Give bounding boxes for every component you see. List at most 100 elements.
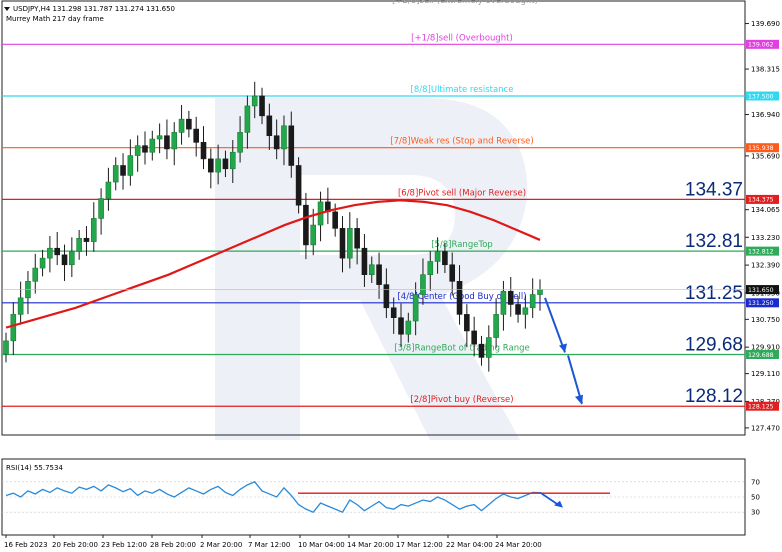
rsi-tick-label: 50 (751, 494, 760, 502)
candle-body (54, 247, 61, 256)
rsi-panel (1, 458, 746, 536)
price-tick-label: 139.690 (751, 20, 780, 28)
candle-body (347, 228, 353, 259)
candle-body (332, 211, 338, 229)
candle-body (442, 251, 448, 266)
key-level-big-label: 131.25 (685, 283, 743, 304)
candle-body (464, 314, 470, 332)
murrey-level-label: [5/8]RangeTop (431, 240, 493, 250)
time-tick-label: 14 Mar 20:00 (347, 541, 394, 549)
candle-body (259, 95, 265, 117)
candle-body (449, 264, 456, 282)
candle-body (427, 261, 434, 275)
price-tick-label: 132.390 (751, 262, 780, 270)
candle-body (164, 135, 170, 150)
rsi-label: RSI(14) 55.7534 (6, 464, 63, 472)
time-tick-label: 22 Mar 04:00 (446, 541, 493, 549)
candle-body (61, 254, 68, 266)
murrey-level-price-tag-text: 135.938 (748, 145, 774, 152)
chart-svg: 139.690 138.315 136.940 135.690 134.065 133.2… (1, 0, 780, 549)
candle-body (186, 118, 192, 130)
candle-body (244, 105, 251, 133)
key-level-big-label: 132.81 (685, 231, 743, 252)
candle-body (156, 135, 163, 140)
candle-body (339, 228, 346, 259)
price-tick-label: 138.315 (751, 66, 780, 74)
candle-body (500, 290, 507, 315)
time-tick-label: 20 Feb 20:00 (52, 541, 98, 549)
candle-body (295, 165, 302, 206)
candle-body (251, 95, 258, 107)
murrey-level-price-tag-text: 134.375 (748, 197, 774, 204)
murrey-level-price-tag-text: 128.125 (748, 404, 774, 411)
candle-body (76, 237, 82, 252)
candle-body (434, 251, 441, 262)
candle-body (361, 247, 368, 275)
candle-body (420, 274, 426, 295)
murrey-level-label: [8/8]Ultimate resistance (411, 85, 514, 95)
murrey-level-label: [7/8]Weak res (Stop and Reverse) (390, 137, 533, 147)
candle-body (368, 264, 375, 275)
candle-body (383, 284, 390, 309)
murrey-level-label: [3/8]RangeBot of trading Range (394, 343, 529, 353)
candle-body (237, 132, 243, 153)
candle-body (32, 267, 39, 282)
candle-body (3, 340, 9, 355)
price-tick-label: 129.110 (751, 370, 780, 378)
price-tick-label: 134.065 (751, 206, 780, 214)
candle-body (17, 297, 24, 315)
candle-body (47, 247, 53, 259)
candle-body (515, 304, 521, 315)
candle-body (303, 204, 309, 246)
candle-body (10, 314, 17, 342)
murrey-level-price-tag-text: 131.250 (748, 300, 774, 307)
candle (295, 157, 302, 214)
key-level-big-label: 128.12 (685, 386, 743, 407)
candle-body (354, 228, 360, 249)
price-tick-label: 136.940 (751, 111, 780, 119)
time-tick-label: 17 Mar 12:00 (396, 541, 443, 549)
candle-body (390, 307, 397, 319)
murrey-level-price-tag-text: 132.812 (748, 248, 774, 255)
current-price-tag-text: 131.650 (748, 287, 774, 294)
time-tick-label: 24 Mar 20:00 (495, 541, 542, 549)
candle-body (200, 142, 207, 160)
candle-body (456, 281, 463, 315)
candle-body (208, 158, 214, 173)
rsi-tick-label: 30 (751, 509, 760, 517)
murrey-level-price-tag-text: 137.500 (748, 93, 774, 100)
murrey-level-label: [6/8]Pivot sell (Major Reverse) (398, 188, 526, 198)
price-panel (1, 0, 746, 436)
candle-body (310, 224, 317, 246)
candle-body (405, 320, 412, 335)
candle-body (412, 294, 419, 322)
candle-body (69, 251, 75, 266)
candle-body (376, 264, 382, 285)
price-tick-label: 133.230 (751, 234, 780, 242)
symbol-quote-line: USDJPY,H4 131.298 131.787 131.274 131.65… (13, 5, 175, 13)
price-tick-label: 135.690 (751, 152, 780, 160)
candle-body (522, 307, 529, 315)
key-level-big-label: 129.68 (685, 334, 743, 355)
time-tick-label: 2 Mar 20:00 (200, 541, 242, 549)
murrey-level-price-tag-text: 129.688 (748, 352, 774, 359)
candle-body (215, 158, 221, 173)
time-tick-label: 7 Mar 12:00 (248, 541, 290, 549)
candle-body (83, 237, 90, 242)
candle-body (127, 155, 134, 176)
candle-body (398, 317, 404, 335)
time-tick-label: 28 Feb 20:00 (150, 541, 196, 549)
candle-body (134, 145, 141, 156)
time-tick-label: 10 Mar 04:00 (298, 541, 345, 549)
candle-body (266, 115, 273, 137)
candle-body (478, 343, 485, 358)
candle-body (485, 337, 492, 358)
candle-body (178, 118, 185, 133)
price-tick-label: 130.750 (751, 316, 780, 324)
murrey-level-label: [+1/8]sell (Overbought) (411, 33, 513, 43)
candle-body (120, 165, 126, 176)
candle-body (98, 198, 104, 219)
candle-body (90, 218, 97, 242)
candle-body (537, 289, 543, 295)
candle-body (281, 125, 287, 150)
